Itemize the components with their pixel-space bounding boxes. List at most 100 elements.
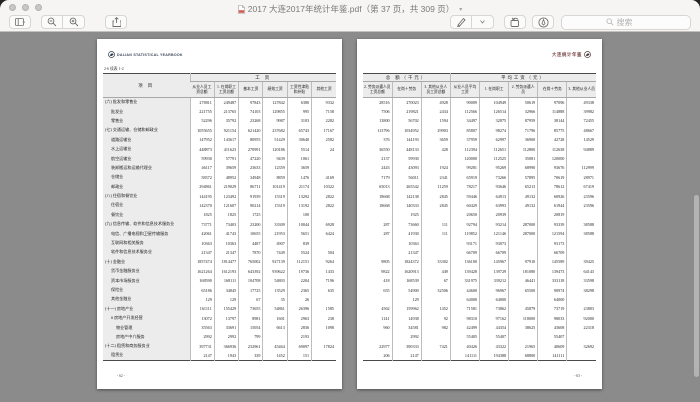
value-cell: 9332: [312, 98, 336, 107]
value-cell: 6380: [287, 98, 311, 107]
value-cell: 42061: [190, 229, 214, 238]
value-cell: 1476: [287, 173, 311, 182]
item-cell: 租赁业: [103, 351, 190, 360]
value-cell: 9264: [312, 257, 336, 266]
value-cell: 1824372: [392, 257, 421, 266]
value-cell: 143617: [214, 135, 238, 144]
value-cell: 73266: [480, 173, 509, 182]
value-cell: 35081: [509, 154, 538, 163]
value-cell: 123492: [214, 191, 238, 200]
value-cell: 38298: [567, 285, 596, 294]
value-cell: [421, 154, 450, 163]
value-cell: 121594: [538, 229, 567, 238]
value-cell: 168539: [392, 276, 421, 285]
value-cell: 270023: [392, 98, 421, 107]
value-cell: 136100: [450, 257, 479, 266]
value-cell: 38625: [509, 323, 538, 332]
value-cell: 98033: [538, 313, 567, 322]
value-cell: 59930: [392, 154, 421, 163]
value-cell: 2822: [312, 201, 336, 210]
value-cell: 48667: [567, 126, 596, 135]
value-cell: [312, 351, 336, 360]
value-cell: 46441: [509, 276, 538, 285]
value-cell: 98274: [480, 126, 509, 135]
value-cell: 73655: [239, 304, 263, 313]
value-cell: 55407: [480, 332, 509, 341]
value-cell: 23268: [239, 116, 263, 125]
document-area[interactable]: DALIAN STATISTICAL YEARBOOK 2-6 续表 1-2 项…: [0, 33, 700, 402]
value-cell: 270991: [239, 144, 263, 153]
value-cell: 51429: [263, 135, 287, 144]
value-cell: 93214: [480, 220, 509, 229]
value-cell: 21347: [190, 248, 214, 257]
left-page-number: - 62 -: [117, 374, 125, 378]
value-cell: 62997: [480, 135, 509, 144]
search-field[interactable]: [561, 15, 691, 30]
markup-button[interactable]: [532, 15, 554, 29]
value-cell: 21347: [392, 248, 421, 257]
column-header: 在岗＋劳务: [392, 82, 421, 98]
zoom-in-button[interactable]: [63, 15, 85, 29]
item-cell: 软件和信息技术服务业: [103, 248, 190, 257]
scrollbar-thumb[interactable]: [694, 195, 699, 377]
value-cell: 449: [421, 267, 450, 276]
value-cell: 168111: [214, 276, 238, 285]
value-cell: 10655: [239, 229, 263, 238]
view-menu-button[interactable]: [9, 15, 31, 29]
value-cell: 50619: [509, 98, 538, 107]
value-cell: 265542: [392, 182, 421, 191]
value-cell: 221755: [190, 107, 214, 116]
value-cell: 32506: [421, 285, 450, 294]
value-cell: 765002: [239, 257, 263, 266]
value-cell: 38588: [567, 220, 596, 229]
table-row: 2297739033374214042643322219654060932692: [363, 342, 596, 351]
value-cell: 92794: [450, 220, 479, 229]
value-cell: 112638: [538, 144, 567, 153]
zoom-out-button[interactable]: [41, 15, 63, 29]
value-cell: 14529: [567, 135, 596, 144]
column-header: 在岗＋劳务: [538, 82, 567, 98]
rotate-button[interactable]: [504, 15, 526, 29]
value-cell: 2341: [421, 173, 450, 182]
value-cell: 995: [287, 107, 311, 116]
value-cell: 127842: [263, 98, 287, 107]
value-cell: 93646: [480, 182, 509, 191]
column-header: 从业人员平均工资: [450, 82, 479, 98]
value-cell: 15319: [263, 201, 287, 210]
item-cell: (八) 住宿和餐饮业: [103, 191, 190, 200]
value-cell: 95269: [480, 163, 509, 172]
value-cell: 151: [287, 351, 311, 360]
value-cell: [312, 332, 336, 341]
avg-wage-group-header: 平均工资（元）: [450, 74, 596, 82]
value-cell: 121146: [480, 229, 509, 238]
value-cell: 49132: [509, 201, 538, 210]
value-cell: 232961: [239, 342, 263, 351]
scrollbar[interactable]: [693, 63, 699, 394]
value-cell: 21347: [214, 248, 238, 257]
value-cell: 73403: [214, 220, 238, 229]
title-chevron-down-icon[interactable]: ▾: [459, 6, 462, 13]
value-cell: [363, 238, 392, 247]
value-cell: 1725: [239, 210, 263, 219]
column-header: 基本工资: [239, 82, 263, 98]
highlight-options-button[interactable]: [472, 15, 494, 29]
value-cell: 1601: [263, 313, 287, 322]
value-cell: 448873: [190, 144, 214, 153]
value-cell: 129855: [263, 107, 287, 116]
search-input[interactable]: [617, 18, 647, 27]
table-row: (八) 住宿和餐饮业144195123492919391531913292282…: [103, 191, 336, 200]
value-cell: [363, 248, 392, 257]
highlight-button[interactable]: [450, 15, 472, 29]
item-cell: 房地产中介服务: [103, 332, 190, 341]
value-cell: 65213: [509, 182, 538, 191]
value-cell: 249487: [214, 98, 238, 107]
value-cell: 2282: [312, 116, 336, 125]
value-cell: 2992: [190, 332, 214, 341]
rotate-left-icon: [510, 17, 521, 27]
value-cell: 145589: [538, 257, 567, 266]
share-button[interactable]: [105, 15, 127, 29]
chevron-down-icon: [479, 19, 486, 25]
value-cell: 982: [421, 323, 450, 332]
right-page-header-text: 大连统计年鉴: [552, 52, 582, 58]
table-row: 456215996214527158173862458797371923803: [363, 304, 596, 313]
